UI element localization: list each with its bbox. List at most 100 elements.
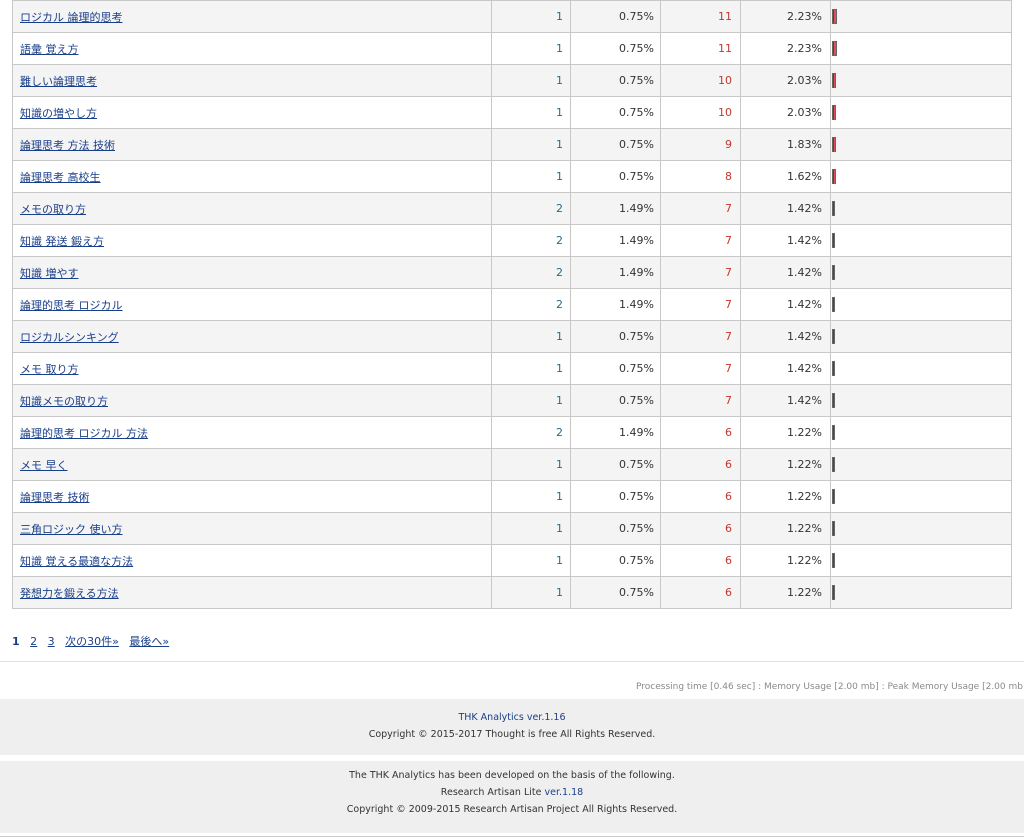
keyword-link[interactable]: 難しい論理思考 bbox=[20, 75, 97, 88]
page-current: 1 bbox=[12, 635, 20, 648]
keyword-cell: 論理的思考 ロジカル bbox=[12, 288, 492, 321]
percent2-cell: 1.22% bbox=[740, 416, 831, 449]
percent2-cell: 2.23% bbox=[740, 0, 831, 33]
next-page-link[interactable]: 次の30件» bbox=[65, 635, 119, 648]
percent-cell: 0.75% bbox=[570, 32, 661, 65]
percent2-cell: 1.42% bbox=[740, 288, 831, 321]
count-cell: 1 bbox=[491, 576, 571, 609]
keyword-link[interactable]: 論理的思考 ロジカル bbox=[20, 299, 123, 312]
share-bar bbox=[832, 393, 835, 408]
keyword-cell: メモの取り方 bbox=[12, 192, 492, 225]
count-cell: 1 bbox=[491, 64, 571, 97]
percent-cell: 0.75% bbox=[570, 0, 661, 33]
share-bar-cell bbox=[830, 448, 1012, 481]
percent-cell: 0.75% bbox=[570, 448, 661, 481]
count-cell: 2 bbox=[491, 256, 571, 289]
keyword-cell: 論理思考 高校生 bbox=[12, 160, 492, 193]
ra-copyright: Copyright © 2009-2015 Research Artisan P… bbox=[346, 804, 678, 815]
keyword-link[interactable]: メモ 早く bbox=[20, 459, 68, 472]
percent-cell: 0.75% bbox=[570, 128, 661, 161]
keyword-link[interactable]: 知識 増やす bbox=[20, 267, 79, 280]
table-row: 論理思考 高校生 1 0.75% 8 1.62% bbox=[12, 160, 1012, 193]
table-row: 三角ロジック 使い方 1 0.75% 6 1.22% bbox=[12, 512, 1012, 545]
percent-cell: 0.75% bbox=[570, 320, 661, 353]
count-cell: 1 bbox=[491, 128, 571, 161]
share-bar bbox=[832, 265, 835, 280]
count2-cell: 7 bbox=[660, 320, 741, 353]
percent-cell: 0.75% bbox=[570, 576, 661, 609]
count-cell: 1 bbox=[491, 448, 571, 481]
count2-cell: 6 bbox=[660, 448, 741, 481]
keyword-link[interactable]: メモの取り方 bbox=[20, 203, 86, 216]
count2-cell: 6 bbox=[660, 480, 741, 513]
keyword-cell: ロジカルシンキング bbox=[12, 320, 492, 353]
percent-cell: 1.49% bbox=[570, 256, 661, 289]
product-copyright: Copyright © 2015-2017 Thought is free Al… bbox=[368, 729, 656, 740]
share-bar bbox=[832, 105, 836, 120]
share-bar-cell bbox=[830, 352, 1012, 385]
share-bar bbox=[832, 425, 835, 440]
percent2-cell: 1.42% bbox=[740, 320, 831, 353]
keyword-cell: メモ 取り方 bbox=[12, 352, 492, 385]
keyword-link[interactable]: 知識 覚える最適な方法 bbox=[20, 555, 133, 568]
percent-cell: 0.75% bbox=[570, 64, 661, 97]
table-row: 知識の増やし方 1 0.75% 10 2.03% bbox=[12, 96, 1012, 129]
percent2-cell: 1.42% bbox=[740, 224, 831, 257]
keyword-link[interactable]: 知識の増やし方 bbox=[20, 107, 97, 120]
count2-cell: 10 bbox=[660, 64, 741, 97]
page-link-2[interactable]: 2 bbox=[30, 635, 37, 648]
keyword-link[interactable]: 論理思考 方法 技術 bbox=[20, 139, 115, 152]
keyword-cell: 論理思考 技術 bbox=[12, 480, 492, 513]
percent-cell: 0.75% bbox=[570, 160, 661, 193]
keyword-cell: 語彙 覚え方 bbox=[12, 32, 492, 65]
percent2-cell: 1.22% bbox=[740, 512, 831, 545]
share-bar bbox=[832, 233, 835, 248]
table-row: メモ 早く 1 0.75% 6 1.22% bbox=[12, 448, 1012, 481]
percent2-cell: 1.42% bbox=[740, 256, 831, 289]
keyword-link[interactable]: 語彙 覚え方 bbox=[20, 43, 79, 56]
keyword-link[interactable]: メモ 取り方 bbox=[20, 363, 79, 376]
count2-cell: 10 bbox=[660, 96, 741, 129]
keyword-link[interactable]: 知識メモの取り方 bbox=[20, 395, 108, 408]
count-cell: 2 bbox=[491, 416, 571, 449]
keyword-cell: 難しい論理思考 bbox=[12, 64, 492, 97]
page-link-3[interactable]: 3 bbox=[48, 635, 55, 648]
keyword-link[interactable]: ロジカル 論理的思考 bbox=[20, 11, 123, 24]
keyword-link[interactable]: 論理的思考 ロジカル 方法 bbox=[20, 427, 148, 440]
last-page-link[interactable]: 最後へ» bbox=[129, 635, 169, 648]
ra-version-link[interactable]: ver.1.18 bbox=[545, 787, 584, 798]
percent-cell: 0.75% bbox=[570, 480, 661, 513]
percent2-cell: 1.62% bbox=[740, 160, 831, 193]
count2-cell: 6 bbox=[660, 512, 741, 545]
table-row: 論理思考 技術 1 0.75% 6 1.22% bbox=[12, 480, 1012, 513]
basis-note: The THK Analytics has been developed on … bbox=[349, 770, 675, 781]
share-bar bbox=[832, 489, 835, 504]
count-cell: 1 bbox=[491, 480, 571, 513]
percent-cell: 0.75% bbox=[570, 544, 661, 577]
percent2-cell: 2.03% bbox=[740, 64, 831, 97]
share-bar-cell bbox=[830, 544, 1012, 577]
share-bar bbox=[832, 361, 835, 376]
keyword-link[interactable]: 発想力を鍛える方法 bbox=[20, 587, 119, 600]
table-row: ロジカル 論理的思考 1 0.75% 11 2.23% bbox=[12, 0, 1012, 33]
share-bar-cell bbox=[830, 32, 1012, 65]
percent2-cell: 1.22% bbox=[740, 480, 831, 513]
keyword-link[interactable]: 論理思考 高校生 bbox=[20, 171, 101, 184]
count-cell: 1 bbox=[491, 352, 571, 385]
percent-cell: 1.49% bbox=[570, 192, 661, 225]
keyword-cell: 知識の増やし方 bbox=[12, 96, 492, 129]
keyword-link[interactable]: 知識 発送 鍛え方 bbox=[20, 235, 104, 248]
count-cell: 1 bbox=[491, 512, 571, 545]
share-bar bbox=[832, 297, 835, 312]
keyword-cell: メモ 早く bbox=[12, 448, 492, 481]
keyword-link[interactable]: 論理思考 技術 bbox=[20, 491, 90, 504]
keyword-cell: 論理思考 方法 技術 bbox=[12, 128, 492, 161]
keyword-link[interactable]: ロジカルシンキング bbox=[20, 331, 119, 344]
table-row: 知識 発送 鍛え方 2 1.49% 7 1.42% bbox=[12, 224, 1012, 257]
keyword-cell: 論理的思考 ロジカル 方法 bbox=[12, 416, 492, 449]
keyword-link[interactable]: 三角ロジック 使い方 bbox=[20, 523, 123, 536]
ra-name: Research Artisan Lite bbox=[440, 787, 545, 798]
share-bar bbox=[832, 457, 835, 472]
share-bar bbox=[832, 553, 835, 568]
count2-cell: 7 bbox=[660, 224, 741, 257]
